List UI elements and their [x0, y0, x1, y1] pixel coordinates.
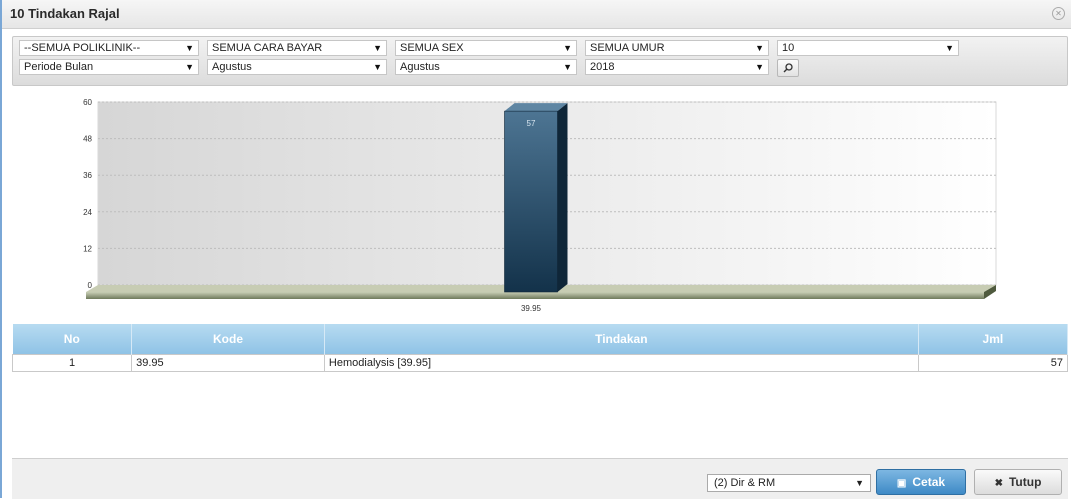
table-header-row: No Kode Tindakan Jml [12, 324, 1069, 355]
cetak-label: Cetak [912, 475, 946, 489]
y-tick-label: 60 [83, 98, 92, 107]
cell-tindakan: Hemodialysis [39.95] [323, 354, 919, 372]
bar-top [504, 103, 568, 112]
column-header-tindakan[interactable]: Tindakan [324, 324, 919, 355]
report-window: 10 Tindakan Rajal ✕ --SEMUA POLIKLINIK--… [0, 0, 1071, 499]
bar [504, 110, 558, 293]
chevron-down-icon: ▼ [855, 478, 864, 488]
result-table-wrap: No Kode Tindakan Jml 1 39.95 Hemodialysi… [11, 324, 1069, 372]
tutup-label: Tutup [1008, 475, 1042, 489]
bar-side [557, 103, 568, 293]
y-tick-label: 12 [83, 244, 92, 253]
cell-kode: 39.95 [131, 354, 325, 372]
data-label: 57 [527, 119, 536, 128]
print-option-select[interactable]: (2) Dir & RM ▼ [707, 474, 871, 492]
y-tick-label: 48 [83, 135, 92, 144]
chart-floor [86, 292, 984, 299]
cetak-button[interactable]: ▣ Cetak [876, 469, 966, 495]
table-row[interactable]: 1 39.95 Hemodialysis [39.95] 57 [11, 354, 1069, 372]
x-tick-label: 39.95 [521, 304, 542, 313]
result-table: No Kode Tindakan Jml 1 39.95 Hemodialysi… [11, 324, 1069, 372]
bar-chart: 604836241205739.95 [83, 98, 997, 313]
tutup-button[interactable]: ✖ Tutup [974, 469, 1062, 495]
column-header-jml[interactable]: Jml [918, 324, 1069, 355]
y-tick-label: 36 [83, 171, 92, 180]
x-icon: ✖ [994, 478, 1003, 489]
column-header-kode[interactable]: Kode [131, 324, 325, 355]
footer-bar: (2) Dir & RM ▼ ▣ Cetak ✖ Tutup [12, 458, 1068, 499]
column-header-no[interactable]: No [12, 324, 133, 355]
print-option-value: (2) Dir & RM [714, 477, 776, 489]
printer-icon: ▣ [896, 478, 907, 489]
cell-jml: 57 [917, 354, 1069, 372]
cell-no: 1 [11, 354, 133, 372]
y-tick-label: 24 [83, 208, 92, 217]
